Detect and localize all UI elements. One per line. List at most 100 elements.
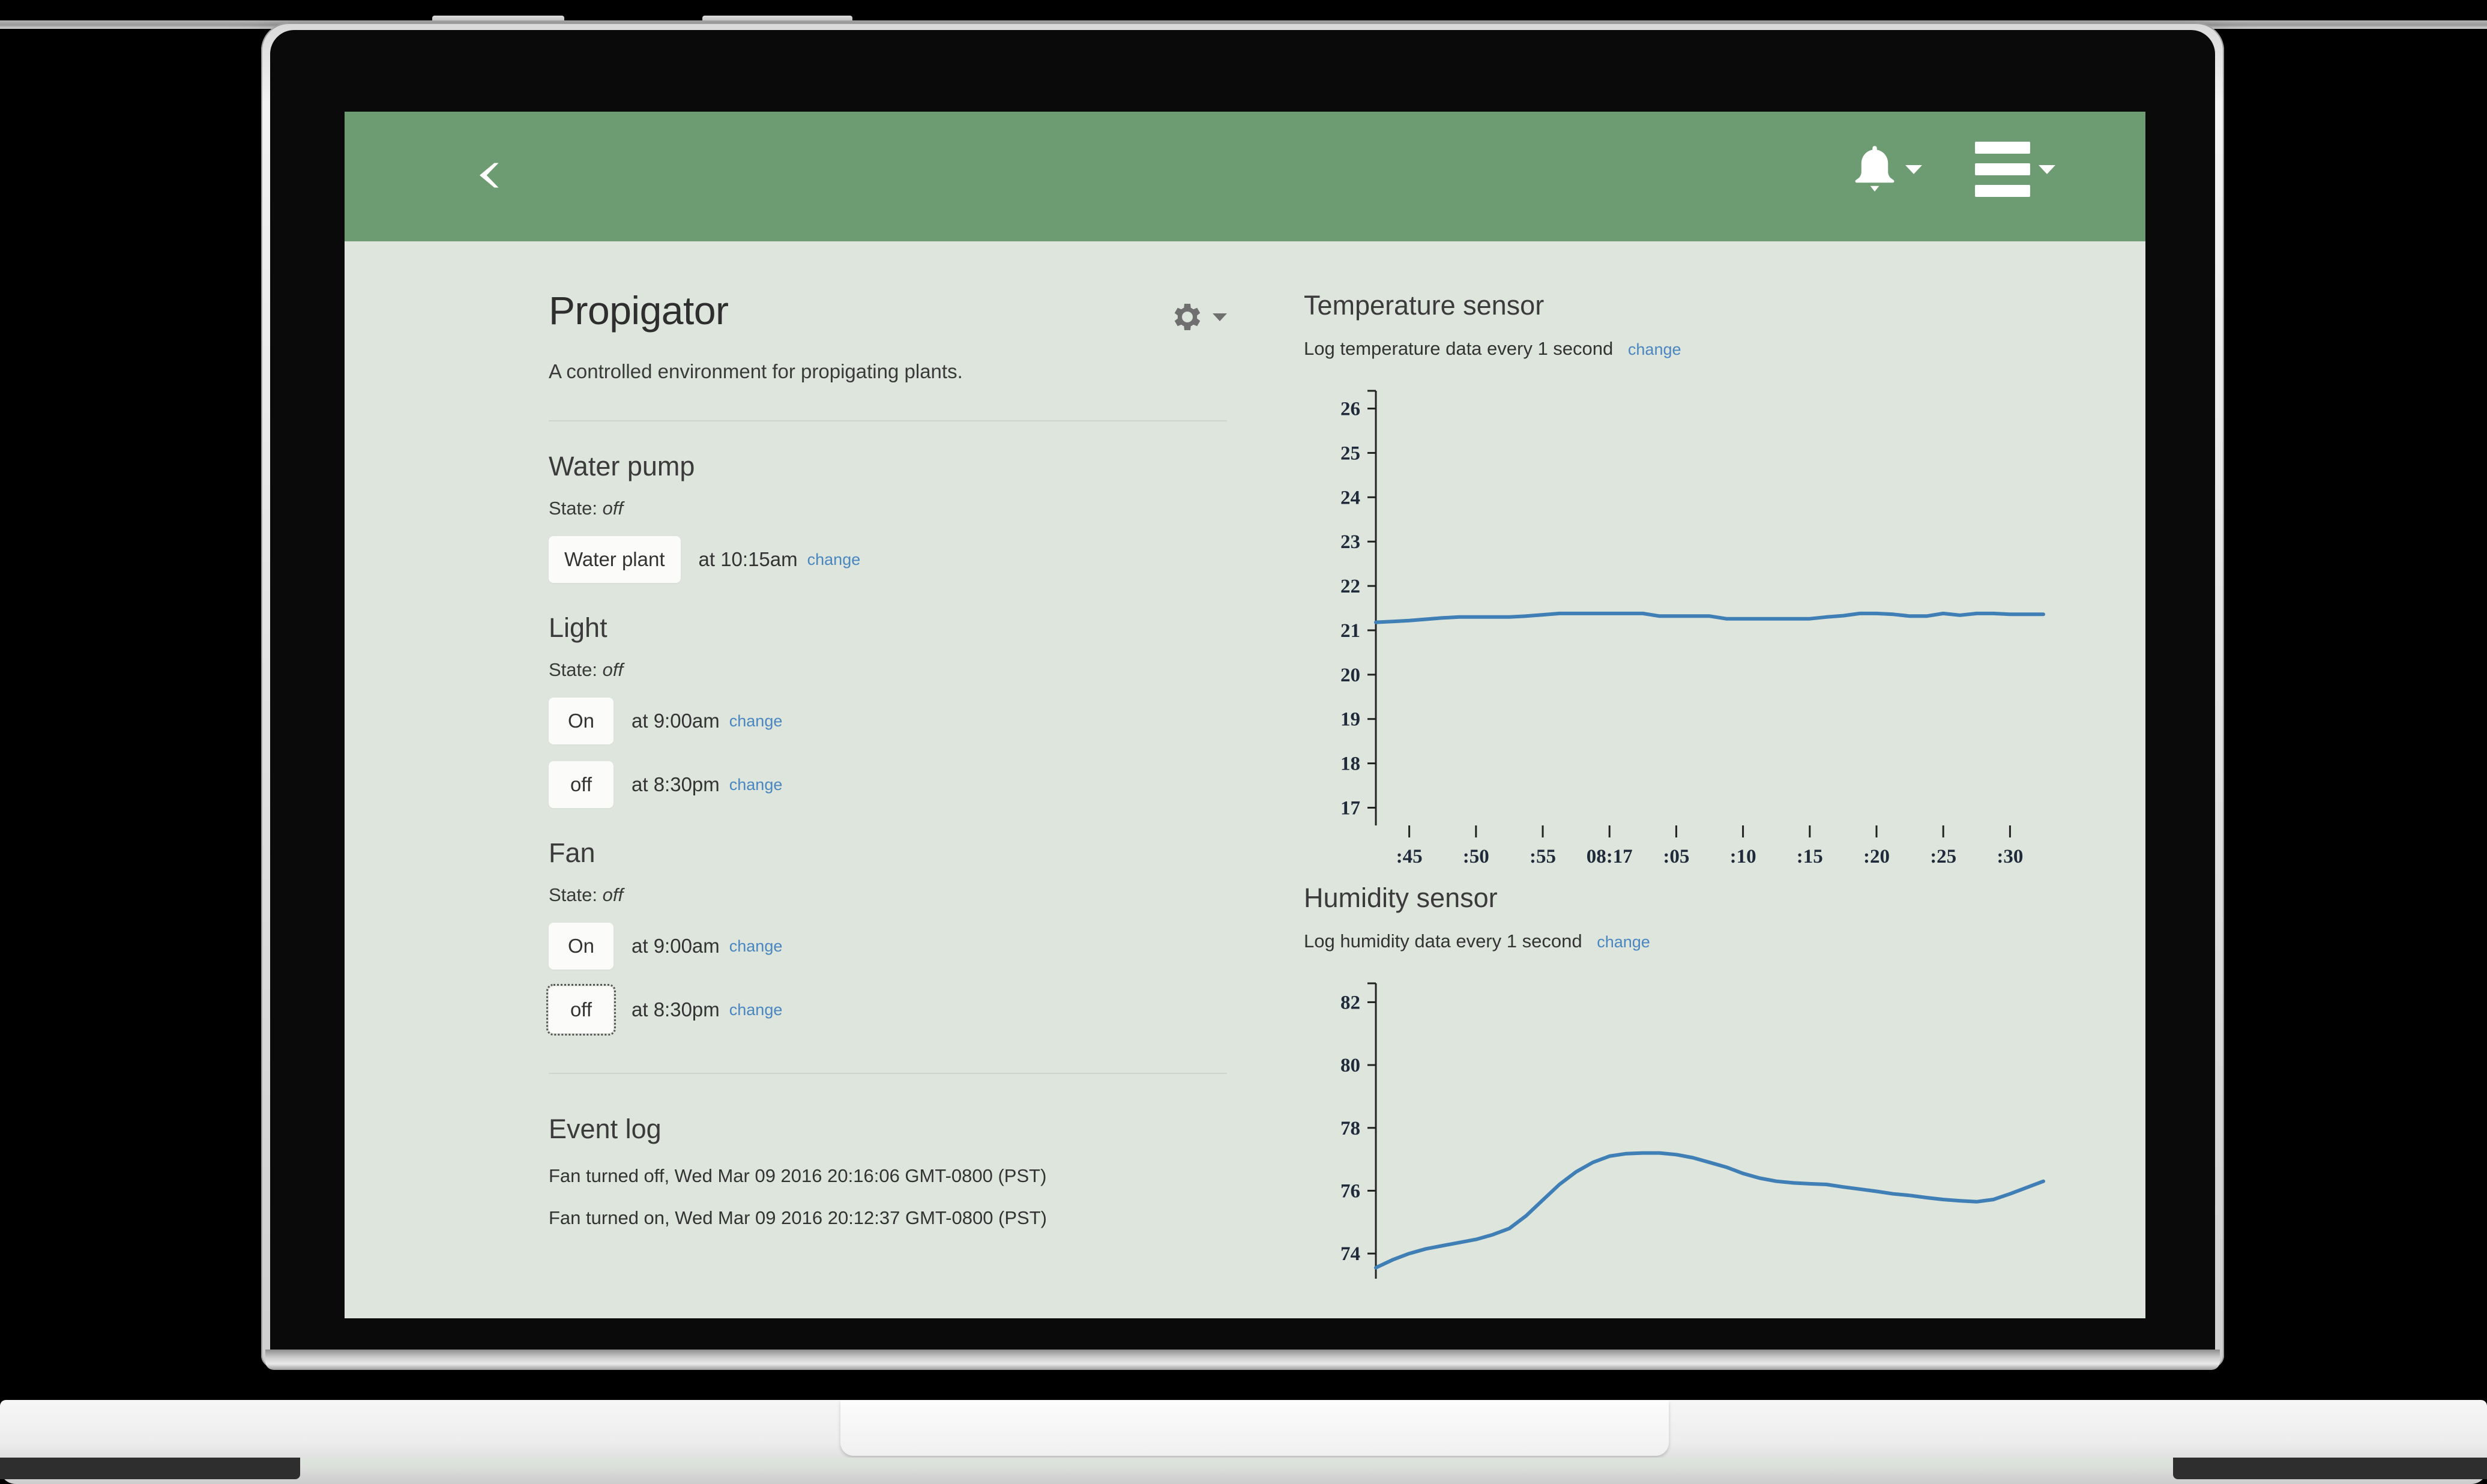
device-state-label: State: — [549, 498, 603, 519]
app-viewport: Propigator A controlled environment for … — [345, 112, 2145, 1318]
device-list: Water pump State: off Water plant at 10:15a… — [546, 451, 1257, 1036]
device-panel: Propigator A controlled environment for … — [345, 241, 1257, 1285]
bell-icon — [1852, 143, 1897, 195]
temperature-chart: 17 18 19 20 21 22 23 24 25 26 :45 :50 :55 08:17 :05 :10… — [1304, 380, 2048, 878]
humidity-sensor-title: Humidity sensor — [1304, 882, 1498, 913]
menu-button[interactable] — [1975, 142, 2055, 197]
svg-text:22: 22 — [1340, 576, 1360, 597]
device-title: Light — [549, 612, 607, 643]
svg-text:80: 80 — [1340, 1055, 1360, 1076]
humidity-sensor-subtitle: Log humidity data every 1 second change — [1304, 931, 2048, 952]
schedule-row: Water plant at 10:15am change — [549, 536, 1257, 583]
svg-text:74: 74 — [1340, 1243, 1360, 1265]
svg-text:82: 82 — [1340, 992, 1360, 1013]
device-state-value: off — [602, 498, 624, 519]
schedule-time: at 8:30pm — [632, 998, 720, 1021]
schedule-time: at 10:15am — [698, 548, 798, 570]
page-content: Propigator A controlled environment for … — [345, 241, 2145, 1285]
svg-text::50: :50 — [1463, 846, 1489, 867]
svg-text:20: 20 — [1340, 665, 1360, 686]
settings-button[interactable] — [1169, 299, 1227, 335]
humidity-log-text: Log humidity data every 1 second — [1304, 931, 1582, 952]
schedule-change-link[interactable]: change — [729, 712, 783, 731]
temperature-sensor-subtitle: Log temperature data every 1 second chan… — [1304, 338, 2048, 360]
divider — [549, 1073, 1227, 1074]
schedule-time: at 9:00am — [632, 710, 720, 732]
schedule-row: off at 8:30pm change — [546, 984, 1257, 1036]
temperature-log-text: Log temperature data every 1 second — [1304, 338, 1614, 359]
browser-tab-strip — [0, 0, 2487, 29]
temperature-change-link[interactable]: change — [1628, 340, 1681, 358]
svg-text:26: 26 — [1340, 399, 1360, 420]
svg-text:25: 25 — [1340, 442, 1360, 464]
schedule-change-link[interactable]: change — [807, 550, 861, 569]
notifications-button[interactable] — [1852, 143, 1922, 195]
schedule-row: On at 9:00am change — [549, 698, 1257, 744]
device-state-label: State: — [549, 659, 603, 680]
device-title: Fan — [549, 837, 595, 868]
page-subtitle: A controlled environment for propigating… — [549, 360, 963, 382]
humidity-change-link[interactable]: change — [1597, 933, 1650, 951]
device-state-value: off — [602, 884, 624, 905]
schedule-time: at 8:30pm — [632, 773, 720, 795]
schedule-action-button[interactable]: On — [549, 923, 613, 970]
svg-text:19: 19 — [1340, 709, 1360, 731]
sensor-panel: Temperature sensor Log temperature data … — [1257, 241, 2048, 1285]
schedule-row: off at 8:30pm change — [549, 761, 1257, 808]
svg-text::15: :15 — [1797, 846, 1823, 867]
device-title: Water pump — [549, 451, 695, 481]
schedule-action-button[interactable]: On — [549, 698, 613, 744]
schedule-action-button[interactable]: off — [546, 984, 616, 1036]
app-header — [345, 112, 2145, 241]
event-log-entry: Fan turned on, Wed Mar 09 2016 20:12:37 … — [549, 1207, 1047, 1228]
schedule-action-button[interactable]: off — [549, 761, 613, 808]
hamburger-menu-icon — [1975, 142, 2030, 197]
svg-text::45: :45 — [1396, 846, 1423, 867]
laptop-foot-right — [2173, 1458, 2487, 1479]
device-state: State: off — [549, 498, 1257, 519]
caret-down-icon — [1905, 164, 1922, 174]
schedule-action-button[interactable]: Water plant — [549, 536, 681, 583]
laptop-foot-left — [0, 1458, 300, 1479]
schedule-change-link[interactable]: change — [729, 776, 783, 794]
svg-text::20: :20 — [1863, 846, 1890, 867]
schedule-change-link[interactable]: change — [729, 937, 783, 956]
svg-text:76: 76 — [1340, 1180, 1360, 1202]
device-state-label: State: — [549, 884, 603, 905]
page-title: Propigator — [549, 288, 729, 333]
svg-text::55: :55 — [1530, 846, 1556, 867]
laptop-base-notch — [840, 1401, 1669, 1456]
svg-text:17: 17 — [1340, 797, 1360, 819]
caret-down-icon — [1213, 313, 1227, 321]
humidity-chart: 74 76 78 80 82 — [1304, 973, 2048, 1285]
chevron-left-icon — [475, 158, 509, 195]
schedule-change-link[interactable]: change — [729, 1001, 783, 1019]
device-state-value: off — [602, 659, 624, 680]
svg-text:08:17: 08:17 — [1587, 846, 1633, 867]
back-button[interactable] — [462, 146, 522, 207]
svg-text:78: 78 — [1340, 1118, 1360, 1139]
caret-down-icon — [2039, 164, 2055, 174]
laptop-mockup: Propigator A controlled environment for … — [0, 0, 2487, 1484]
divider — [549, 420, 1227, 421]
svg-text:23: 23 — [1340, 531, 1360, 553]
app-header-actions — [1852, 142, 2055, 197]
device-state: State: off — [549, 884, 1257, 906]
svg-text:21: 21 — [1340, 620, 1360, 642]
page-title-row: Propigator — [549, 291, 1227, 335]
svg-text::05: :05 — [1663, 846, 1689, 867]
svg-text:18: 18 — [1340, 753, 1360, 775]
svg-text:24: 24 — [1340, 487, 1360, 508]
schedule-time: at 9:00am — [632, 935, 720, 957]
temperature-sensor-title: Temperature sensor — [1304, 290, 1545, 321]
svg-text::25: :25 — [1930, 846, 1956, 867]
event-log-entry: Fan turned off, Wed Mar 09 2016 20:16:06… — [549, 1165, 1047, 1186]
svg-text::10: :10 — [1730, 846, 1756, 867]
laptop-base-shadow — [300, 1458, 2173, 1476]
event-log-list: Fan turned off, Wed Mar 09 2016 20:16:06… — [549, 1165, 1257, 1229]
gear-icon — [1169, 299, 1205, 335]
event-log-title: Event log — [549, 1114, 662, 1144]
device-state: State: off — [549, 659, 1257, 681]
svg-text::30: :30 — [1997, 846, 2023, 867]
schedule-row: On at 9:00am change — [549, 923, 1257, 970]
